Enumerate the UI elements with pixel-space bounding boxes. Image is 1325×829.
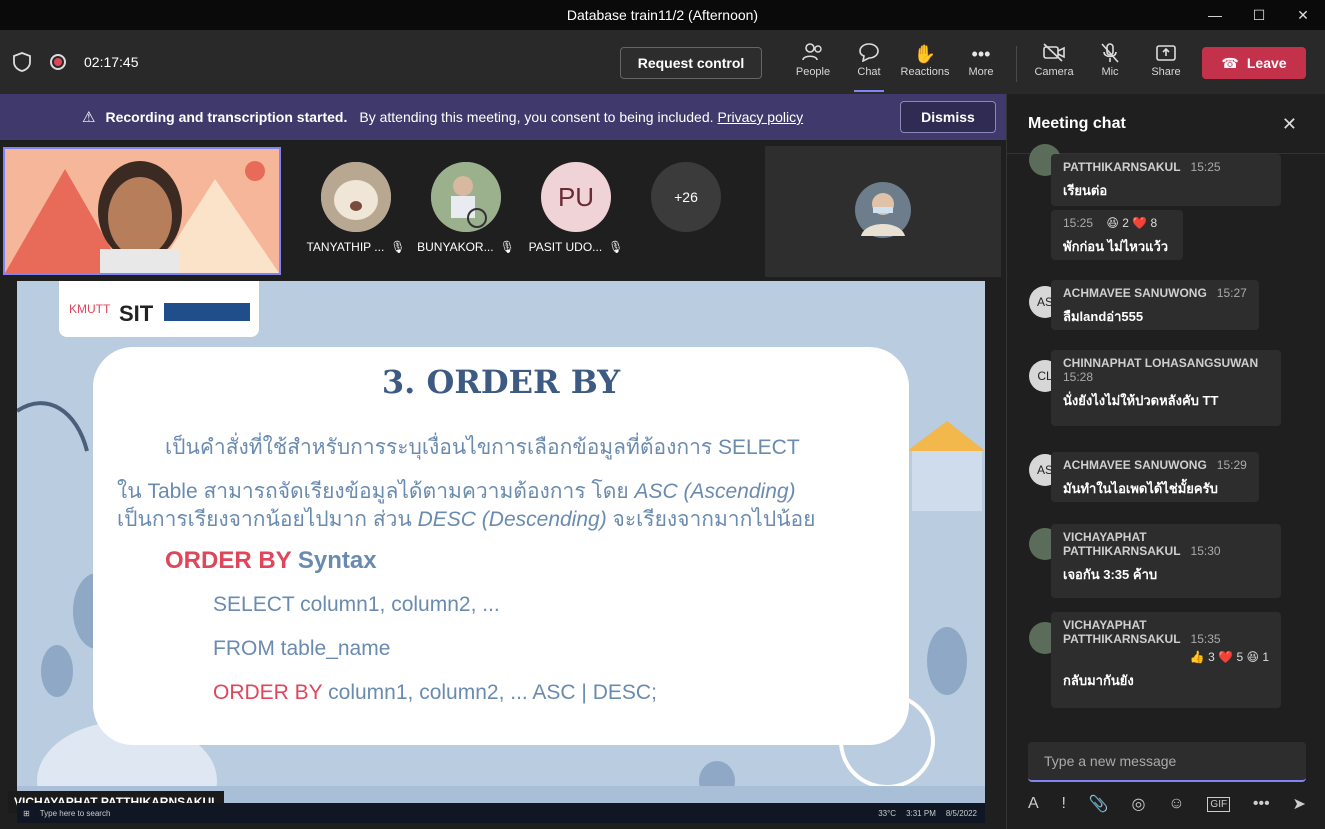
participant-name: TANYATHIP ...: [306, 240, 385, 254]
request-control-button[interactable]: Request control: [620, 47, 762, 79]
close-window-button[interactable]: ✕: [1281, 0, 1325, 30]
chat-icon: [858, 42, 880, 66]
chat-message[interactable]: ACHMAVEE SANUWONG 15:29 มันทำในไอเพดได้ไช…: [1051, 452, 1259, 502]
chat-message[interactable]: VICHAYAPHAT PATTHIKARNSAKUL 15:35 👍 3 ❤️ …: [1051, 612, 1281, 708]
banner-text: By attending this meeting, you consent t…: [359, 109, 714, 125]
chat-title: Meeting chat: [1028, 114, 1126, 132]
dismiss-button[interactable]: Dismiss: [900, 101, 996, 133]
code-line: ORDER BY column1, column2, ... ASC | DES…: [213, 681, 657, 704]
slide-content-card: 3. ORDER BY เป็นคำสั่งที่ใช้สำหรับการระบ…: [93, 347, 909, 745]
mic-muted-icon: 🎙: [608, 240, 624, 254]
avatar: [431, 162, 501, 232]
chat-compose-toolbar: A ! 📎 ◎ ☺ GIF ••• ➤: [1028, 789, 1306, 819]
presenter-video-tile[interactable]: [3, 147, 281, 275]
mic-muted-icon: 🎙: [390, 240, 406, 254]
recording-banner: ⚠ Recording and transcription started. B…: [0, 94, 1006, 140]
minimize-button[interactable]: —: [1193, 0, 1237, 30]
participant-name: BUNYAKOR...: [417, 240, 494, 254]
reactions-button[interactable]: ✋ Reactions: [897, 42, 953, 86]
code-line: SELECT column1, column2, ...: [213, 593, 500, 616]
camera-button[interactable]: Camera: [1026, 42, 1082, 86]
presenter-video: [5, 149, 279, 273]
avatar: [321, 162, 391, 232]
share-icon: [1155, 42, 1177, 66]
slide-text-line: เป็นการเรียงจากน้อยไปมาก ส่วน DESC (Desc…: [117, 508, 816, 531]
gif-icon[interactable]: GIF: [1207, 796, 1231, 812]
chat-message[interactable]: PATTHIKARNSAKUL 15:25 เรียนต่อ: [1051, 154, 1281, 206]
raise-hand-icon: ✋: [913, 44, 937, 64]
windows-start-icon: ⊞: [23, 808, 30, 818]
chat-message-input[interactable]: Type a new message: [1028, 742, 1306, 782]
people-icon: [802, 42, 824, 66]
slide-title: 3. ORDER BY: [381, 363, 621, 401]
camera-off-icon: [1042, 42, 1066, 66]
svg-text:KMUTT: KMUTT: [69, 302, 111, 316]
slide-text-line: เป็นคำสั่งที่ใช้สำหรับการระบุเงื่อนไขการ…: [165, 436, 800, 459]
participant-tile[interactable]: TANYATHIP ... 🎙: [306, 162, 406, 254]
window-title: Database train11/2 (Afternoon): [566, 7, 759, 23]
participant-video: [855, 182, 911, 238]
chat-message[interactable]: ACHMAVEE SANUWONG 15:27 ลืมlandอ่า555: [1051, 280, 1259, 330]
privacy-policy-link[interactable]: Privacy policy: [718, 109, 804, 125]
emoji-icon[interactable]: ☺: [1168, 795, 1184, 813]
chat-header: Meeting chat: [1007, 94, 1325, 154]
svg-text:SIT: SIT: [119, 301, 154, 326]
format-icon[interactable]: A: [1028, 795, 1039, 813]
meeting-info: 02:17:45: [0, 51, 139, 73]
syntax-heading: ORDER BY Syntax: [165, 547, 377, 574]
shield-icon[interactable]: [12, 51, 32, 73]
window-controls: — ☐ ✕: [1193, 0, 1325, 30]
taskbar-weather: 33°C: [878, 808, 897, 818]
more-button[interactable]: ••• More: [953, 42, 1009, 86]
toolbar-divider: [1016, 46, 1017, 82]
code-line: FROM table_name: [213, 637, 391, 660]
message-reactions: 😆 2 ❤️ 8: [1106, 216, 1158, 230]
more-options-icon[interactable]: •••: [1253, 795, 1270, 813]
participant-tile[interactable]: BUNYAKOR... 🎙: [416, 162, 516, 254]
send-icon[interactable]: ➤: [1293, 794, 1306, 814]
participant-video-tile[interactable]: [765, 146, 1001, 277]
meeting-stage: TANYATHIP ... 🎙 BUNYAKOR... 🎙 PU PASIT UDO…: [0, 140, 1006, 829]
close-icon[interactable]: ✕: [1282, 114, 1297, 135]
shared-screen: KMUTT SIT 3. ORDER BY เป็นคำสั่งที่ใช้สำ…: [17, 281, 985, 806]
chat-message[interactable]: VICHAYAPHAT PATTHIKARNSAKUL 15:30 เจอกัน …: [1051, 524, 1281, 598]
participant-name: PASIT UDO...: [528, 240, 603, 254]
loop-icon[interactable]: ◎: [1131, 794, 1145, 814]
banner-title: Recording and transcription started.: [105, 109, 348, 125]
recording-icon: [50, 54, 66, 70]
title-bar: Database train11/2 (Afternoon) — ☐ ✕: [0, 0, 1325, 30]
meeting-chat-panel: Meeting chat ✕ PATTHIKARNSAKUL 15:25 เรีย…: [1006, 94, 1325, 829]
meeting-toolbar: 02:17:45 Request control People Chat ✋ R…: [0, 30, 1325, 94]
more-participants-button[interactable]: +26: [651, 162, 721, 232]
share-button[interactable]: Share: [1138, 42, 1194, 86]
mic-muted-icon: 🎙: [499, 240, 515, 254]
participant-tile[interactable]: PU PASIT UDO... 🎙: [526, 162, 626, 254]
message-reactions: 👍 3 ❤️ 5 😆 1: [1189, 650, 1269, 664]
slide-logo: KMUTT SIT: [59, 281, 259, 337]
leave-button[interactable]: ☎ Leave: [1202, 47, 1306, 79]
chat-button[interactable]: Chat: [841, 42, 897, 92]
chat-message[interactable]: CHINNAPHAT LOHASANGSUWAN 15:28 นั่งยังไง…: [1051, 350, 1281, 426]
attach-icon[interactable]: 📎: [1089, 794, 1109, 814]
shared-taskbar: ⊞ Type here to search 33°C 3:31 PM 8/5/2…: [17, 803, 985, 823]
meeting-timer: 02:17:45: [84, 54, 139, 70]
hang-up-icon: ☎: [1221, 54, 1239, 71]
chat-message[interactable]: 15:25 😆 2 ❤️ 8 พักก่อน ไม่ไหวแว้ว: [1051, 210, 1183, 260]
warning-icon: ⚠: [82, 109, 96, 126]
avatar-initials: PU: [541, 162, 611, 232]
people-button[interactable]: People: [785, 42, 841, 86]
more-icon: •••: [971, 44, 991, 64]
taskbar-date: 8/5/2022: [945, 808, 977, 818]
taskbar-time: 3:31 PM: [906, 808, 936, 818]
mic-button[interactable]: Mic: [1082, 42, 1138, 86]
maximize-button[interactable]: ☐: [1237, 0, 1281, 30]
taskbar-search: Type here to search: [39, 808, 111, 818]
important-icon[interactable]: !: [1061, 795, 1065, 813]
mic-off-icon: [1100, 42, 1120, 66]
